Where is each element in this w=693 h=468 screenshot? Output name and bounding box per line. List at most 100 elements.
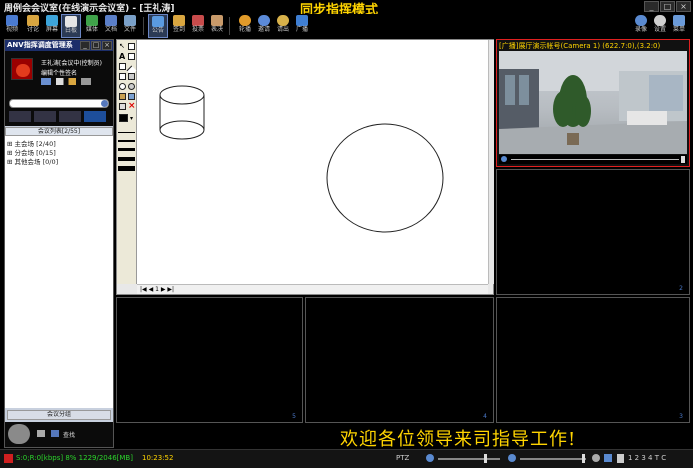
tab-devices[interactable]	[59, 111, 81, 122]
record-icon	[635, 15, 647, 26]
fill-rect-tool-icon[interactable]	[128, 73, 135, 80]
toolbar-broadcast[interactable]: 广播	[292, 14, 312, 38]
tab-users[interactable]	[9, 111, 31, 122]
toolbar-invite[interactable]: 邀请	[254, 14, 274, 38]
paste-tool-icon[interactable]	[128, 93, 135, 100]
text-tool-icon[interactable]: A	[119, 53, 126, 61]
slider-handle[interactable]	[582, 454, 585, 463]
delete-tool-icon[interactable]: ×	[128, 102, 136, 111]
line-width-3[interactable]	[118, 148, 135, 151]
toolbar-video[interactable]: 视频	[2, 14, 22, 38]
progress-slider[interactable]	[511, 159, 679, 160]
playback-controls	[499, 155, 687, 164]
toolbar-whiteboard[interactable]: 白板	[61, 14, 81, 38]
panel-restore-button[interactable]: □	[91, 41, 101, 50]
meeting-tree: ⊞ 主会场 [2/40] ⊞ 分会场 [0/15] ⊞ 其他会场 [0/0]	[5, 136, 113, 408]
toolbar-discuss[interactable]: 讨论	[23, 14, 43, 38]
title-bar: 周例会会议室(在线演示会议室) - [王礼涛] 同步指挥模式 _ □ ×	[0, 0, 693, 18]
toolbar-document[interactable]: 文档	[101, 14, 121, 38]
last-page-icon[interactable]: ▶|	[167, 286, 174, 293]
close-button[interactable]: ×	[676, 1, 691, 12]
toolbar-media[interactable]: 媒体	[82, 14, 102, 38]
video-pane-1[interactable]: [广播]展厅演示帐号(Camera 1) (622.7:0),(3.2:0)	[496, 39, 690, 167]
mic-volume-slider[interactable]	[438, 458, 500, 460]
clear-tool-icon[interactable]	[119, 103, 126, 110]
find-icon	[51, 430, 59, 437]
line-width-4[interactable]	[118, 157, 135, 161]
meeting-group-button[interactable]: 会议分组	[7, 410, 111, 420]
slider-handle[interactable]	[681, 156, 685, 163]
panel-close-button[interactable]: ×	[102, 41, 112, 50]
resolve-icon	[211, 15, 223, 26]
window-title: 周例会会议室(在线演示会议室) - [王礼涛]	[4, 4, 175, 14]
search-input[interactable]	[9, 99, 109, 108]
broadcast-icon	[296, 15, 308, 26]
toolbar-settings[interactable]: 设置	[650, 14, 670, 38]
drawing-canvas[interactable]	[137, 40, 488, 284]
circle-shape	[326, 123, 444, 233]
line-width-1[interactable]	[118, 132, 135, 133]
camera-feed	[499, 51, 687, 154]
first-page-icon[interactable]: |◀	[140, 286, 147, 293]
speaker-volume-slider[interactable]	[520, 458, 586, 460]
toolbar-screen[interactable]: 屏幕	[42, 14, 62, 38]
user-status-icons[interactable]	[41, 78, 91, 85]
pointer-tool-icon[interactable]: ↖	[119, 43, 126, 50]
fill-ellipse-tool-icon[interactable]	[128, 83, 135, 90]
layout-switcher[interactable]: 1 2 3 4 T C	[628, 454, 666, 462]
prev-page-icon[interactable]: ◀	[149, 286, 154, 293]
video-pane-2[interactable]: 2	[496, 169, 690, 295]
camera-preview-icon[interactable]	[8, 424, 30, 444]
pen-tool-icon[interactable]	[119, 63, 126, 70]
page-navigation: |◀ ◀ 1 ▶ ▶|	[140, 286, 174, 293]
tab-groups[interactable]	[34, 111, 56, 122]
line-width-5[interactable]	[118, 166, 135, 171]
video-pane-4[interactable]: 4	[305, 297, 494, 423]
page-number[interactable]: 1	[155, 286, 159, 293]
vote-icon	[192, 15, 204, 26]
media-icon	[86, 15, 98, 26]
welcome-banner: 欢迎各位领导来司指导工作!	[340, 429, 577, 450]
line-width-2[interactable]	[118, 140, 135, 142]
search-icon[interactable]	[101, 100, 108, 107]
signature-field[interactable]: 编辑个性签名	[41, 68, 77, 77]
toolbar-carousel[interactable]: 轮播	[235, 14, 255, 38]
toolbar-vote[interactable]: 投票	[188, 14, 208, 38]
image-tool-icon[interactable]	[119, 93, 126, 100]
color-picker[interactable]	[119, 114, 128, 122]
tab-meetings[interactable]	[84, 111, 106, 122]
eraser-tool-icon[interactable]	[128, 53, 135, 60]
toolbar-kickout[interactable]: 请出	[273, 14, 293, 38]
microphone-icon[interactable]	[426, 454, 434, 462]
next-page-icon[interactable]: ▶	[161, 286, 166, 293]
rectangle-tool-icon[interactable]	[119, 73, 126, 80]
volume-icon[interactable]	[501, 156, 507, 162]
chevron-down-icon[interactable]: ▾	[130, 115, 133, 122]
video-pane-3[interactable]: 3	[496, 297, 690, 423]
toolbar-notice[interactable]: 公告	[148, 14, 168, 38]
toolbar-menu[interactable]: 菜单	[669, 14, 689, 38]
layout-icon[interactable]	[617, 454, 624, 463]
toolbar-resolve[interactable]: 表决	[207, 14, 227, 38]
key-icon[interactable]	[37, 430, 45, 437]
tree-item[interactable]: ⊞ 其他会场 [0/0]	[7, 156, 58, 166]
vertical-scrollbar[interactable]	[488, 40, 494, 284]
pen-icon[interactable]	[604, 454, 612, 462]
maximize-button[interactable]: □	[660, 1, 675, 12]
ellipse-tool-icon[interactable]	[119, 83, 126, 90]
toolbar-checkin[interactable]: 签到	[169, 14, 189, 38]
avatar[interactable]	[11, 58, 33, 80]
speaker-icon[interactable]	[508, 454, 516, 462]
toolbar-file[interactable]: 文件	[120, 14, 140, 38]
camera-icon[interactable]	[592, 454, 600, 462]
notice-icon	[152, 16, 164, 27]
video-pane-5[interactable]: 5	[116, 297, 303, 423]
find-button[interactable]: 查找	[63, 430, 75, 439]
minimize-button[interactable]: _	[644, 1, 659, 12]
panel-minimize-button[interactable]: _	[80, 41, 90, 50]
user-name: 王礼涛[会议中(控制员)	[41, 60, 103, 67]
meeting-list-header[interactable]: 会议列表[2/55]	[5, 127, 113, 136]
slider-handle[interactable]	[484, 454, 487, 463]
select-tool-icon[interactable]	[128, 43, 135, 50]
toolbar-record[interactable]: 录像	[631, 14, 651, 38]
